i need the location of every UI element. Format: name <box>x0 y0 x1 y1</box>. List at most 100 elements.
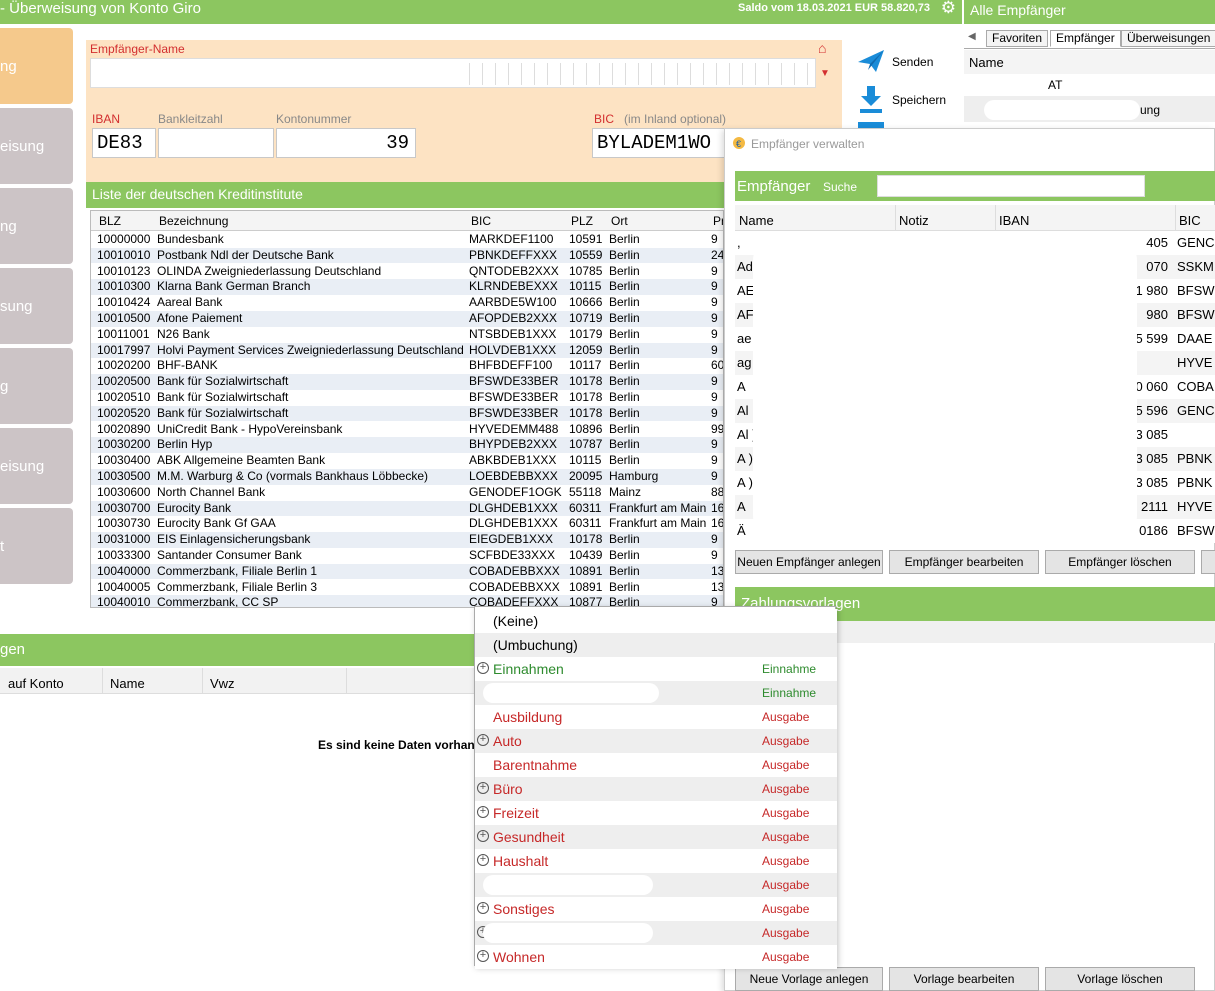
table-row[interactable]: 10030400 ABK Allgemeine Beamten Bank ABKBD… <box>91 453 723 469</box>
category-option[interactable]: (Keine) <box>475 609 837 633</box>
iban-input[interactable]: DE83 <box>92 128 156 158</box>
table-row[interactable]: 10030600 North Channel Bank GENODEF1OGK 551… <box>91 484 723 501</box>
table-row[interactable]: 10010123 OLINDA Zweigniederlassung Deutsc… <box>91 263 723 280</box>
col-auf-konto[interactable]: auf Konto <box>8 676 64 691</box>
recipient-name-input[interactable] <box>90 58 816 88</box>
tab-favoriten[interactable]: Favoriten <box>986 30 1049 47</box>
table-row[interactable]: 10010010 Postbank Ndl der Deutsche Bank PB… <box>91 247 723 264</box>
table-cell: SCFBDE33XXX <box>469 548 556 562</box>
col-name[interactable]: Name <box>739 213 774 228</box>
category-option[interactable]: Ausgabe <box>475 873 837 897</box>
all-recipients-panel: Alle Empfänger ◀ Favoriten Empfänger Übe… <box>964 0 1215 130</box>
table-row[interactable]: 10020520 Bank für Sozialwirtschaft BFSWDE3… <box>91 405 723 422</box>
nav-item-2[interactable]: eisung <box>0 108 73 184</box>
nav-item-1[interactable]: ng <box>0 28 73 104</box>
table-row[interactable]: 10031000 EIS Einlagensicherungsbank EIEGDE… <box>91 532 723 548</box>
table-row[interactable]: 10020510 Bank für Sozialwirtschaft BFSWDE3… <box>91 390 723 406</box>
chevron-down-icon[interactable]: ▼ <box>820 68 830 79</box>
table-row[interactable]: 10020200 BHF-BANK BHFBDEFF100 10117 Berlin 60 <box>91 358 723 375</box>
nav-item-4[interactable]: sung <box>0 268 73 344</box>
table-cell: 10666 <box>569 295 603 310</box>
table-row[interactable]: 10033300 Santander Consumer Bank SCFBDE33X… <box>91 548 723 564</box>
expand-plus-icon[interactable]: + <box>477 734 489 746</box>
more-button[interactable] <box>1201 550 1215 574</box>
nav-item-5[interactable]: g <box>0 348 73 424</box>
category-option[interactable]: + Freizeit Ausgabe <box>475 801 837 825</box>
new-recipient-button[interactable]: Neuen Empfänger anlegen <box>735 550 883 574</box>
col-bic[interactable]: BIC <box>1179 213 1201 228</box>
table-row[interactable]: 10020890 UniCredit Bank - HypoVereinsbank… <box>91 421 723 438</box>
delete-template-button[interactable]: Vorlage löschen <box>1045 967 1195 991</box>
category-option[interactable]: + Wohnen Ausgabe <box>475 945 837 969</box>
category-option[interactable]: + Auto Ausgabe <box>475 729 837 753</box>
table-row[interactable]: 10020500 Bank für Sozialwirtschaft BFSWDE3… <box>91 374 723 390</box>
table-row[interactable]: 10017997 Holvi Payment Services Zweignied… <box>91 342 723 359</box>
col-name[interactable]: Name <box>110 676 145 691</box>
nav-item-3[interactable]: ng <box>0 188 73 264</box>
col-bezeichnung[interactable]: Bezeichnung <box>159 214 228 228</box>
send-button[interactable]: Senden <box>854 48 962 78</box>
expand-plus-icon[interactable]: + <box>477 782 489 794</box>
expand-plus-icon[interactable]: + <box>477 830 489 842</box>
search-input[interactable] <box>877 175 1145 197</box>
table-cell: KLRNDEBEXXX <box>469 279 558 294</box>
category-option[interactable]: +Ausgabe <box>475 921 837 945</box>
new-template-button[interactable]: Neue Vorlage anlegen <box>735 967 883 991</box>
expand-plus-icon[interactable]: + <box>477 806 489 818</box>
recipient-row[interactable]: AT <box>1048 78 1062 92</box>
table-row[interactable]: 10010300 Klarna Bank German Branch KLRNDEB… <box>91 279 723 296</box>
table-row[interactable]: 10010424 Aareal Bank AARBDE5W100 10666 Berli… <box>91 295 723 311</box>
recipient-name: A ) <box>737 451 753 466</box>
chevron-left-icon[interactable]: ◀ <box>968 31 976 42</box>
nav-item-7[interactable]: t <box>0 508 73 584</box>
table-row[interactable]: 10030200 Berlin Hyp BHYPDEB2XXX 10787 Berlin… <box>91 437 723 454</box>
category-option[interactable]: Ausbildung Ausgabe <box>475 705 837 729</box>
table-row[interactable]: 10010500 Afone Paiement AFOPDEB2XXX 10719 Be… <box>91 311 723 327</box>
expand-plus-icon[interactable]: + <box>477 902 489 914</box>
category-option[interactable]: + Gesundheit Ausgabe <box>475 825 837 849</box>
category-option[interactable]: + Büro Ausgabe <box>475 777 837 801</box>
tab-ueberweisungen[interactable]: Überweisungen <box>1121 30 1215 47</box>
tab-empfaenger[interactable]: Empfänger <box>1050 30 1121 47</box>
home-icon[interactable]: ⌂ <box>818 40 826 56</box>
expand-plus-icon[interactable]: + <box>477 854 489 866</box>
konto-input[interactable]: 39 <box>276 128 416 158</box>
table-cell: 10439 <box>569 548 603 562</box>
col-vwz[interactable]: Vwz <box>210 676 235 691</box>
table-row[interactable]: 10030500 M.M. Warburg & Co (vormals Bankh… <box>91 469 723 485</box>
nav-item-6[interactable]: eisung <box>0 428 73 504</box>
category-option[interactable]: + Sonstiges Ausgabe <box>475 897 837 921</box>
col-pr[interactable]: Pr <box>713 214 723 228</box>
blz-input[interactable] <box>158 128 274 158</box>
table-row[interactable]: 10040000 Commerzbank, Filiale Berlin 1 COB… <box>91 563 723 580</box>
recipient-row[interactable]: ung <box>1140 103 1160 117</box>
col-name[interactable]: Name <box>964 50 1215 74</box>
table-cell: Berlin <box>609 532 640 547</box>
col-blz[interactable]: BLZ <box>99 214 121 228</box>
gear-icon[interactable]: ⚙ <box>941 0 956 17</box>
category-option[interactable]: + Haushalt Ausgabe <box>475 849 837 873</box>
table-row[interactable]: 10030730 Eurocity Bank Gf GAA DLGHDEB1XXX 6… <box>91 516 723 533</box>
col-notiz[interactable]: Notiz <box>899 213 929 228</box>
recipient-iban-tail: 070 <box>1146 259 1168 274</box>
category-option[interactable]: + Einnahmen Einnahme <box>475 657 837 681</box>
category-option[interactable]: eEinnahme <box>475 681 837 705</box>
table-row[interactable]: 10040005 Commerzbank, Filiale Berlin 3 COB… <box>91 579 723 596</box>
expand-plus-icon[interactable]: + <box>477 950 489 962</box>
edit-recipient-button[interactable]: Empfänger bearbeiten <box>889 550 1039 574</box>
table-row[interactable]: 10000000 Bundesbank MARKDEF1100 10591 Berlin… <box>91 232 723 248</box>
table-row[interactable]: 10011001 N26 Bank NTSBDEB1XXX 10179 Berlin 9 <box>91 326 723 343</box>
delete-recipient-button[interactable]: Empfänger löschen <box>1045 550 1195 574</box>
edit-template-button[interactable]: Vorlage bearbeiten <box>889 967 1039 991</box>
expand-plus-icon[interactable]: + <box>477 662 489 674</box>
col-bic[interactable]: BIC <box>471 214 491 228</box>
table-cell: 10010300 <box>97 279 151 294</box>
bic-input[interactable]: BYLADEM1WO <box>592 128 728 158</box>
category-option[interactable]: Barentnahme Ausgabe <box>475 753 837 777</box>
table-row[interactable]: 10030700 Eurocity Bank DLGHDEB1XXX 60311 Fra… <box>91 500 723 517</box>
col-plz[interactable]: PLZ <box>571 214 593 228</box>
save-button[interactable]: Speichern <box>854 84 962 114</box>
col-iban[interactable]: IBAN <box>999 213 1029 228</box>
col-ort[interactable]: Ort <box>611 214 628 228</box>
category-option[interactable]: (Umbuchung) <box>475 633 837 657</box>
